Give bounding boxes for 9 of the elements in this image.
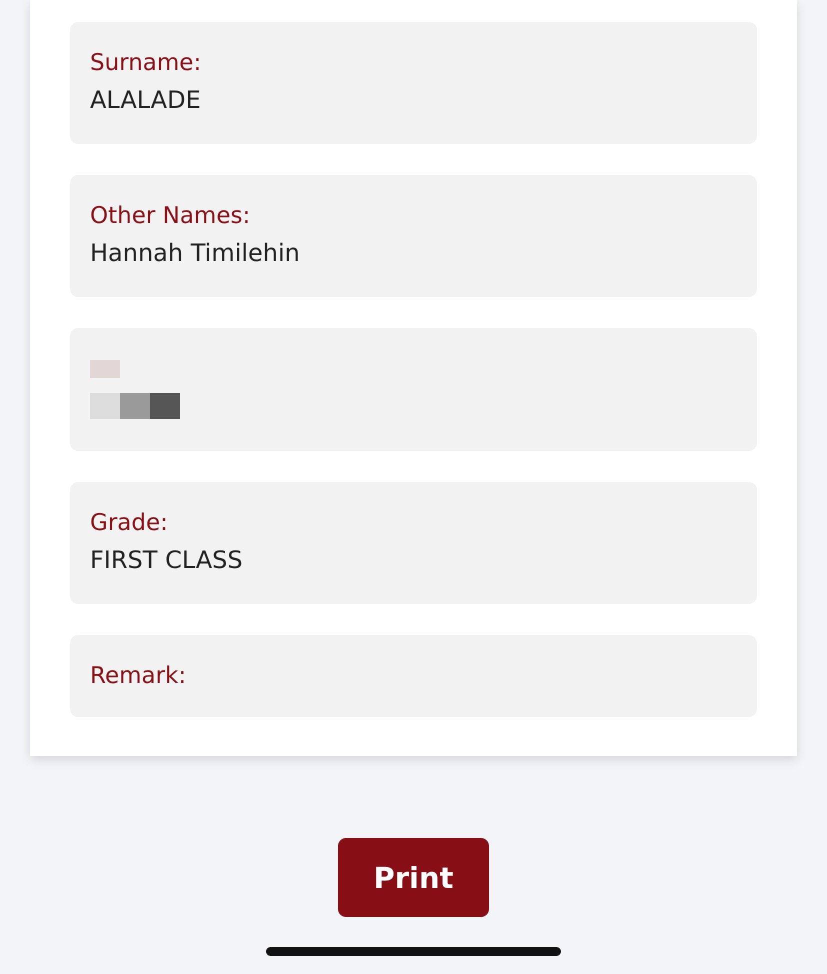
field-value: Hannah Timilehin bbox=[90, 238, 301, 269]
field-value: ALALADE bbox=[90, 85, 202, 116]
field-label: Grade: bbox=[90, 509, 169, 538]
print-button[interactable]: Print bbox=[338, 838, 489, 917]
field-label: Remark: bbox=[90, 662, 188, 691]
redacted-block bbox=[90, 360, 120, 378]
field-label: Other Names: bbox=[90, 202, 252, 231]
field-label: Surname: bbox=[90, 49, 202, 78]
field-value: FIRST CLASS bbox=[90, 545, 244, 576]
